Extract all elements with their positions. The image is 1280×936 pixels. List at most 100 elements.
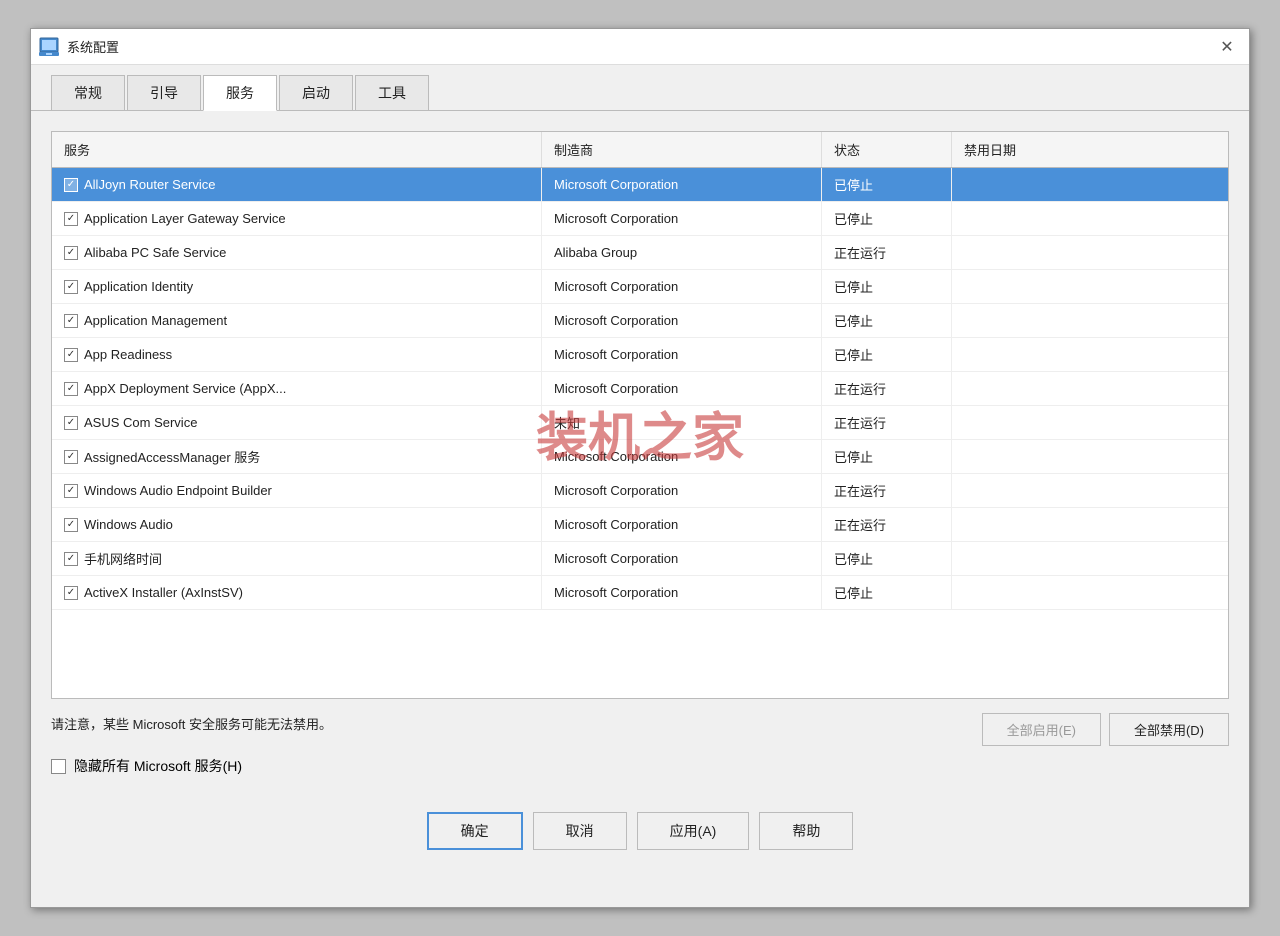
- table-row[interactable]: AssignedAccessManager 服务 Microsoft Corpo…: [52, 440, 1228, 474]
- tab-tools[interactable]: 工具: [355, 75, 429, 110]
- service-cell: 手机网络时间: [52, 542, 542, 575]
- service-cell: Application Layer Gateway Service: [52, 202, 542, 235]
- tab-startup[interactable]: 启动: [279, 75, 353, 110]
- disabled-date-cell: [952, 474, 1228, 507]
- manufacturer-name: Microsoft Corporation: [554, 483, 678, 498]
- header-disabled-date: 禁用日期: [952, 132, 1228, 167]
- service-checkbox[interactable]: [64, 314, 78, 328]
- status-value: 已停止: [834, 209, 873, 228]
- manufacturer-name: Microsoft Corporation: [554, 279, 678, 294]
- disabled-date-cell: [952, 576, 1228, 609]
- service-checkbox[interactable]: [64, 416, 78, 430]
- table-row[interactable]: 手机网络时间 Microsoft Corporation 已停止: [52, 542, 1228, 576]
- apply-button[interactable]: 应用(A): [637, 812, 750, 850]
- service-cell: AppX Deployment Service (AppX...: [52, 372, 542, 405]
- table-scroll-area[interactable]: AllJoyn Router Service Microsoft Corpora…: [52, 168, 1228, 698]
- service-cell: AllJoyn Router Service: [52, 168, 542, 201]
- service-name: AssignedAccessManager 服务: [84, 447, 260, 466]
- manufacturer-name: Microsoft Corporation: [554, 381, 678, 396]
- hide-ms-checkbox[interactable]: [51, 759, 66, 774]
- service-cell: Windows Audio Endpoint Builder: [52, 474, 542, 507]
- service-cell: Application Identity: [52, 270, 542, 303]
- manufacturer-cell: Microsoft Corporation: [542, 338, 822, 371]
- cancel-button[interactable]: 取消: [533, 812, 627, 850]
- hide-ms-label: 隐藏所有 Microsoft 服务(H): [74, 756, 242, 776]
- bottom-buttons: 确定 取消 应用(A) 帮助: [31, 796, 1249, 870]
- header-manufacturer: 制造商: [542, 132, 822, 167]
- header-status: 状态: [822, 132, 952, 167]
- services-table: 服务 制造商 状态 禁用日期 AllJoyn Router Service Mi…: [51, 131, 1229, 699]
- status-cell: 正在运行: [822, 474, 952, 507]
- service-name: 手机网络时间: [84, 549, 162, 568]
- table-row[interactable]: AppX Deployment Service (AppX... Microso…: [52, 372, 1228, 406]
- status-value: 已停止: [834, 583, 873, 602]
- app-icon: [39, 37, 59, 57]
- service-checkbox[interactable]: [64, 586, 78, 600]
- disabled-date-cell: [952, 406, 1228, 439]
- manufacturer-cell: Alibaba Group: [542, 236, 822, 269]
- table-row[interactable]: Windows Audio Endpoint Builder Microsoft…: [52, 474, 1228, 508]
- service-checkbox[interactable]: [64, 280, 78, 294]
- status-value: 已停止: [834, 277, 873, 296]
- service-cell: Application Management: [52, 304, 542, 337]
- disabled-date-cell: [952, 304, 1228, 337]
- header-service: 服务: [52, 132, 542, 167]
- manufacturer-name: Microsoft Corporation: [554, 449, 678, 464]
- title-bar-left: 系统配置: [39, 37, 119, 57]
- service-name: Application Management: [84, 313, 227, 328]
- manufacturer-name: Alibaba Group: [554, 245, 637, 260]
- table-row[interactable]: App Readiness Microsoft Corporation 已停止: [52, 338, 1228, 372]
- table-row[interactable]: Application Management Microsoft Corpora…: [52, 304, 1228, 338]
- service-checkbox[interactable]: [64, 484, 78, 498]
- service-name: Application Identity: [84, 279, 193, 294]
- disable-all-button[interactable]: 全部禁用(D): [1109, 713, 1229, 746]
- status-cell: 已停止: [822, 202, 952, 235]
- service-checkbox[interactable]: [64, 212, 78, 226]
- service-checkbox[interactable]: [64, 382, 78, 396]
- manufacturer-cell: 未知: [542, 406, 822, 439]
- table-row[interactable]: Windows Audio Microsoft Corporation 正在运行: [52, 508, 1228, 542]
- rows-container: AllJoyn Router Service Microsoft Corpora…: [52, 168, 1228, 610]
- hide-ms-row: 隐藏所有 Microsoft 服务(H): [51, 756, 1229, 776]
- tab-bar: 常规 引导 服务 启动 工具: [31, 65, 1249, 111]
- service-checkbox[interactable]: [64, 178, 78, 192]
- service-checkbox[interactable]: [64, 450, 78, 464]
- close-button[interactable]: ✕: [1213, 33, 1241, 61]
- main-window: 系统配置 ✕ 常规 引导 服务 启动 工具 服务 制造商 状态 禁用日期 All…: [30, 28, 1250, 908]
- status-cell: 已停止: [822, 168, 952, 201]
- manufacturer-name: Microsoft Corporation: [554, 177, 678, 192]
- table-row[interactable]: ASUS Com Service 未知 正在运行: [52, 406, 1228, 440]
- service-cell: App Readiness: [52, 338, 542, 371]
- table-row[interactable]: Application Layer Gateway Service Micros…: [52, 202, 1228, 236]
- service-checkbox[interactable]: [64, 348, 78, 362]
- status-value: 正在运行: [834, 413, 886, 432]
- help-button[interactable]: 帮助: [759, 812, 853, 850]
- disabled-date-cell: [952, 508, 1228, 541]
- tab-general[interactable]: 常规: [51, 75, 125, 110]
- manufacturer-cell: Microsoft Corporation: [542, 168, 822, 201]
- service-name: AppX Deployment Service (AppX...: [84, 381, 286, 396]
- table-row[interactable]: Application Identity Microsoft Corporati…: [52, 270, 1228, 304]
- service-name: AllJoyn Router Service: [84, 177, 216, 192]
- status-cell: 已停止: [822, 440, 952, 473]
- table-row[interactable]: AllJoyn Router Service Microsoft Corpora…: [52, 168, 1228, 202]
- tab-boot[interactable]: 引导: [127, 75, 201, 110]
- status-cell: 正在运行: [822, 508, 952, 541]
- ok-button[interactable]: 确定: [427, 812, 523, 850]
- service-checkbox[interactable]: [64, 552, 78, 566]
- disabled-date-cell: [952, 338, 1228, 371]
- title-bar: 系统配置 ✕: [31, 29, 1249, 65]
- window-title: 系统配置: [67, 37, 119, 56]
- content-area: 服务 制造商 状态 禁用日期 AllJoyn Router Service Mi…: [31, 111, 1249, 796]
- table-row[interactable]: ActiveX Installer (AxInstSV) Microsoft C…: [52, 576, 1228, 610]
- status-cell: 正在运行: [822, 236, 952, 269]
- status-value: 正在运行: [834, 379, 886, 398]
- disabled-date-cell: [952, 202, 1228, 235]
- table-row[interactable]: Alibaba PC Safe Service Alibaba Group 正在…: [52, 236, 1228, 270]
- enable-all-button[interactable]: 全部启用(E): [982, 713, 1101, 746]
- service-cell: Windows Audio: [52, 508, 542, 541]
- tab-services[interactable]: 服务: [203, 75, 277, 111]
- service-name: ActiveX Installer (AxInstSV): [84, 585, 243, 600]
- service-checkbox[interactable]: [64, 518, 78, 532]
- service-checkbox[interactable]: [64, 246, 78, 260]
